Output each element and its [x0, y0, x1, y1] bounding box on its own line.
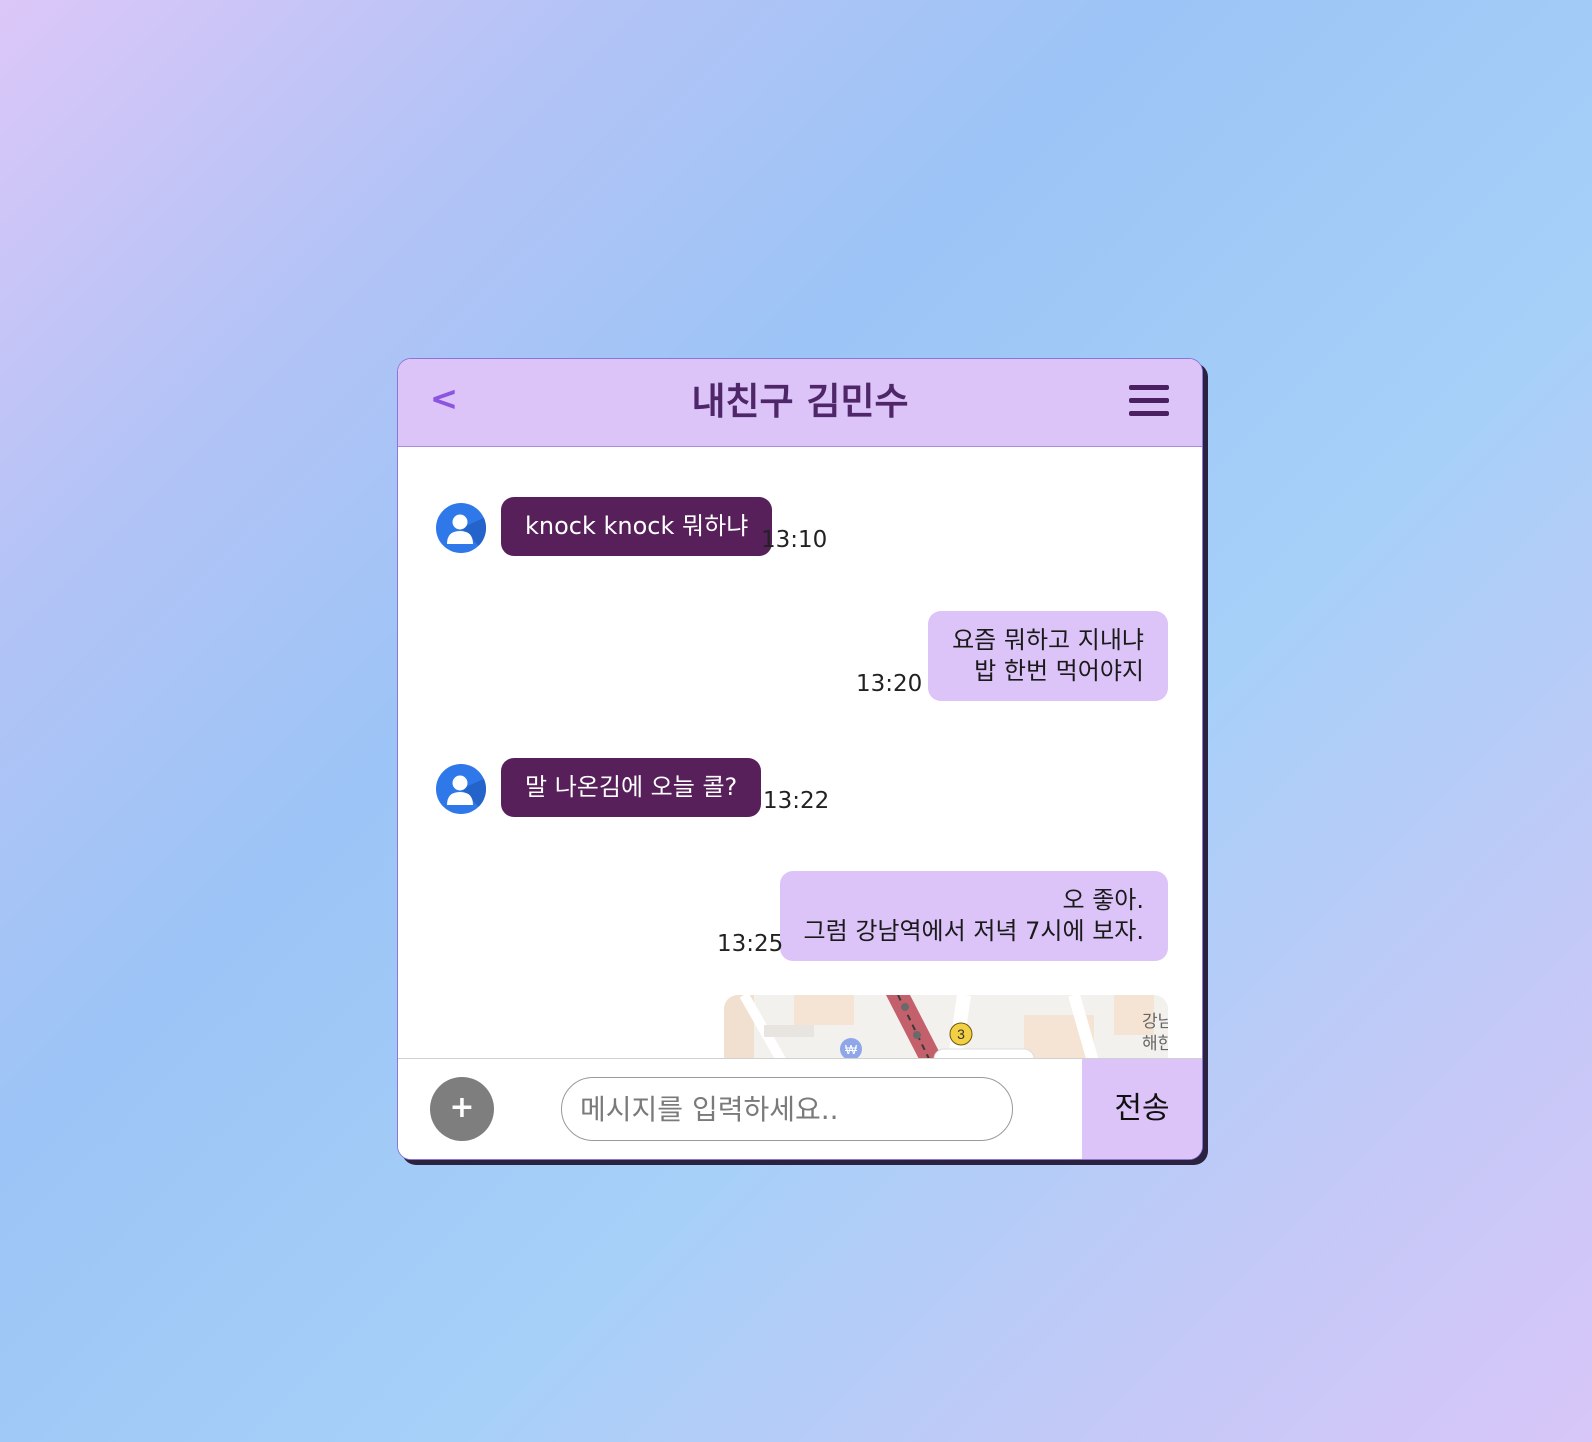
- message-time: 13:10: [761, 527, 828, 553]
- message-list[interactable]: knock knock 뭐하냐 13:10 요즘 뭐하고 지내냐 밥 한번 먹어…: [398, 447, 1202, 1058]
- message-time: 13:22: [763, 788, 830, 814]
- map-image: ₩ 3 강남 해한: [724, 995, 1168, 1058]
- chat-header: < 내친구 김민수: [398, 359, 1202, 447]
- map-preview[interactable]: ₩ 3 강남 해한: [724, 995, 1168, 1058]
- map-label: 해한: [1142, 1034, 1168, 1054]
- message-text: 말 나온김에 오늘 콜?: [525, 773, 738, 801]
- message-bubble-sent: 오 좋아. 그럼 강남역에서 저녁 7시에 보자.: [779, 871, 1168, 961]
- message-bubble-received: 말 나온김에 오늘 콜?: [501, 758, 762, 817]
- chat-title: 내친구 김민수: [691, 380, 909, 423]
- map-station-marker: 3: [957, 1026, 965, 1042]
- message-bubble-received: knock knock 뭐하냐: [501, 497, 773, 556]
- message-time: 13:25: [717, 931, 784, 957]
- message-text: 밥 한번 먹어야지: [974, 657, 1144, 685]
- message-bubble-sent: 요즘 뭐하고 지내냐 밥 한번 먹어야지: [928, 611, 1168, 701]
- svg-text:₩: ₩: [845, 1042, 858, 1057]
- send-button[interactable]: 전송: [1082, 1059, 1202, 1159]
- input-bar: + 전송: [398, 1058, 1202, 1159]
- chat-window: < 내친구 김민수 knock knock 뭐하냐 13:10 요즘 뭐하고 지…: [397, 358, 1203, 1160]
- message-text: 요즘 뭐하고 지내냐: [952, 626, 1144, 654]
- avatar-icon[interactable]: [436, 764, 486, 814]
- map-label: 강남: [1142, 1012, 1168, 1032]
- hamburger-menu-icon[interactable]: [1129, 383, 1169, 421]
- message-text: knock knock 뭐하냐: [525, 512, 749, 540]
- message-text: 그럼 강남역에서 저녁 7시에 보자.: [803, 917, 1144, 945]
- avatar-icon[interactable]: [436, 503, 486, 553]
- message-text: 오 좋아.: [1062, 886, 1145, 914]
- message-input[interactable]: [561, 1077, 1013, 1141]
- message-time: 13:20: [856, 671, 923, 697]
- back-button[interactable]: <: [424, 377, 464, 421]
- add-attachment-button[interactable]: +: [430, 1077, 494, 1141]
